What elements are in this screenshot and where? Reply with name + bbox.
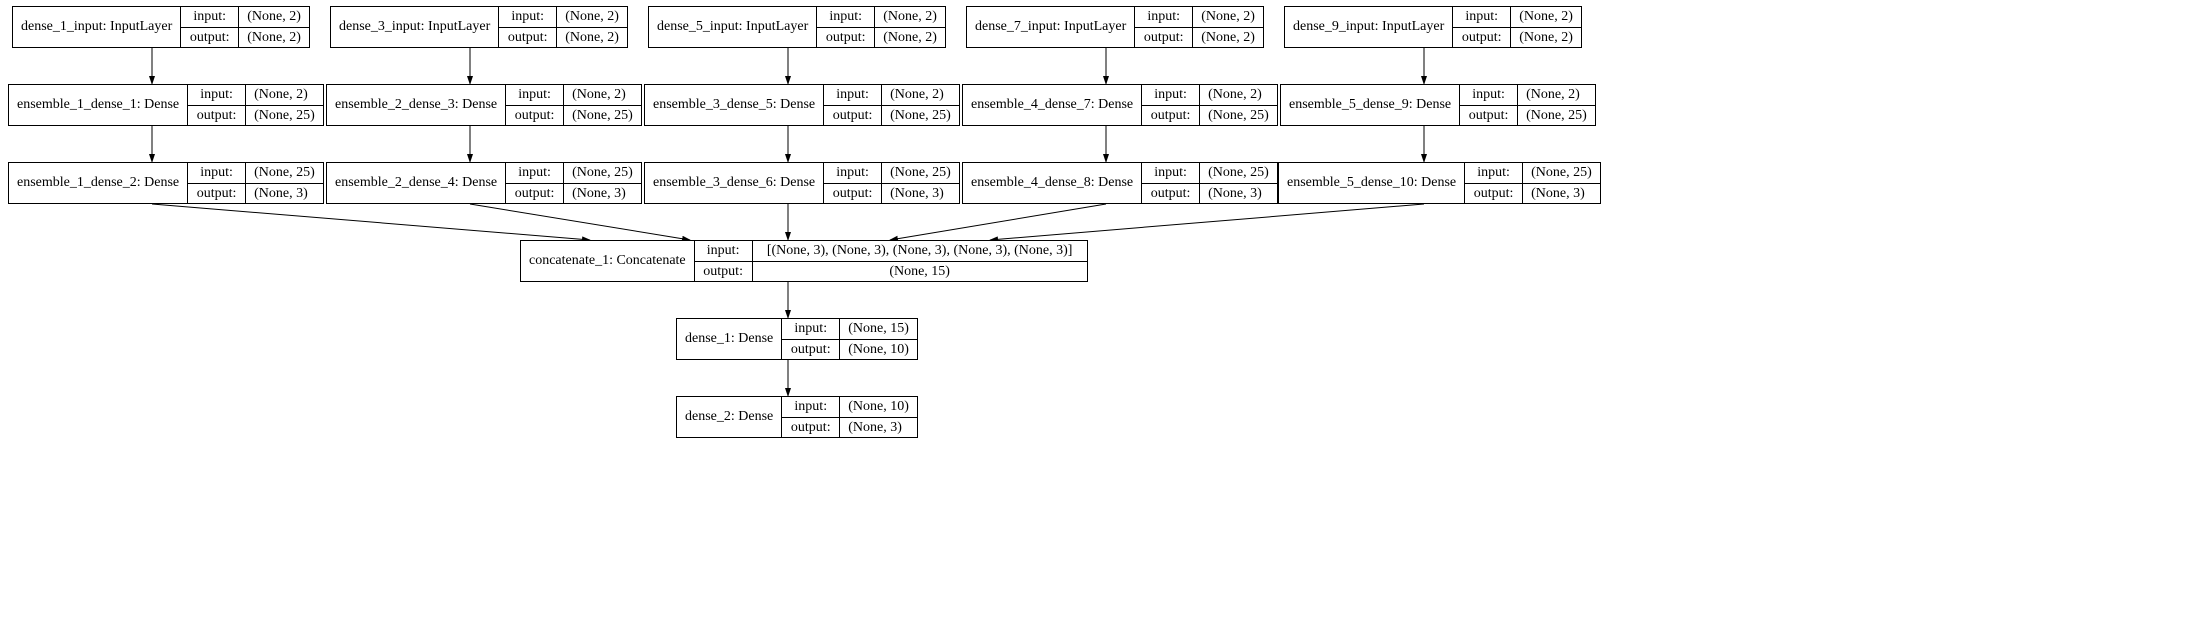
layer-name: ensemble_5_dense_10: Dense [1279, 163, 1465, 203]
layer-name: dense_9_input: InputLayer [1285, 7, 1453, 47]
layer-name: dense_1: Dense [677, 319, 782, 359]
layer-name: ensemble_4_dense_7: Dense [963, 85, 1142, 125]
node-concatenate-1: concatenate_1: Concatenate input:[(None,… [520, 240, 1088, 282]
node-dense-5-input: dense_5_input: InputLayer input:(None, 2… [648, 6, 946, 48]
layer-name: ensemble_1_dense_1: Dense [9, 85, 188, 125]
layer-name: ensemble_5_dense_9: Dense [1281, 85, 1460, 125]
layer-name: ensemble_1_dense_2: Dense [9, 163, 188, 203]
node-dense-1-input: dense_1_input: InputLayer input:(None, 2… [12, 6, 310, 48]
node-ensemble-3-dense-6: ensemble_3_dense_6: Dense input:(None, 2… [644, 162, 960, 204]
layer-name: dense_7_input: InputLayer [967, 7, 1135, 47]
node-ensemble-5-dense-9: ensemble_5_dense_9: Dense input:(None, 2… [1280, 84, 1596, 126]
input-label: input: [181, 7, 239, 27]
node-ensemble-2-dense-4: ensemble_2_dense_4: Dense input:(None, 2… [326, 162, 642, 204]
layer-name: ensemble_4_dense_8: Dense [963, 163, 1142, 203]
node-ensemble-4-dense-8: ensemble_4_dense_8: Dense input:(None, 2… [962, 162, 1278, 204]
layer-name: ensemble_2_dense_3: Dense [327, 85, 506, 125]
input-shape: (None, 2) [239, 7, 309, 27]
node-dense-7-input: dense_7_input: InputLayer input:(None, 2… [966, 6, 1264, 48]
node-ensemble-1-dense-1: ensemble_1_dense_1: Dense input:(None, 2… [8, 84, 324, 126]
layer-name: ensemble_3_dense_6: Dense [645, 163, 824, 203]
node-dense-1: dense_1: Dense input:(None, 15) output:(… [676, 318, 918, 360]
layer-name: concatenate_1: Concatenate [521, 241, 695, 281]
node-ensemble-5-dense-10: ensemble_5_dense_10: Dense input:(None, … [1278, 162, 1601, 204]
output-shape: (None, 2) [239, 28, 309, 47]
layer-name: dense_5_input: InputLayer [649, 7, 817, 47]
node-ensemble-1-dense-2: ensemble_1_dense_2: Dense input:(None, 2… [8, 162, 324, 204]
node-ensemble-4-dense-7: ensemble_4_dense_7: Dense input:(None, 2… [962, 84, 1278, 126]
node-dense-2: dense_2: Dense input:(None, 10) output:(… [676, 396, 918, 438]
node-ensemble-2-dense-3: ensemble_2_dense_3: Dense input:(None, 2… [326, 84, 642, 126]
layer-name: dense_2: Dense [677, 397, 782, 437]
layer-name: ensemble_3_dense_5: Dense [645, 85, 824, 125]
node-ensemble-3-dense-5: ensemble_3_dense_5: Dense input:(None, 2… [644, 84, 960, 126]
layer-name: dense_1_input: InputLayer [13, 7, 181, 47]
node-dense-9-input: dense_9_input: InputLayer input:(None, 2… [1284, 6, 1582, 48]
layer-name: dense_3_input: InputLayer [331, 7, 499, 47]
node-dense-3-input: dense_3_input: InputLayer input:(None, 2… [330, 6, 628, 48]
output-label: output: [181, 28, 239, 47]
layer-name: ensemble_2_dense_4: Dense [327, 163, 506, 203]
